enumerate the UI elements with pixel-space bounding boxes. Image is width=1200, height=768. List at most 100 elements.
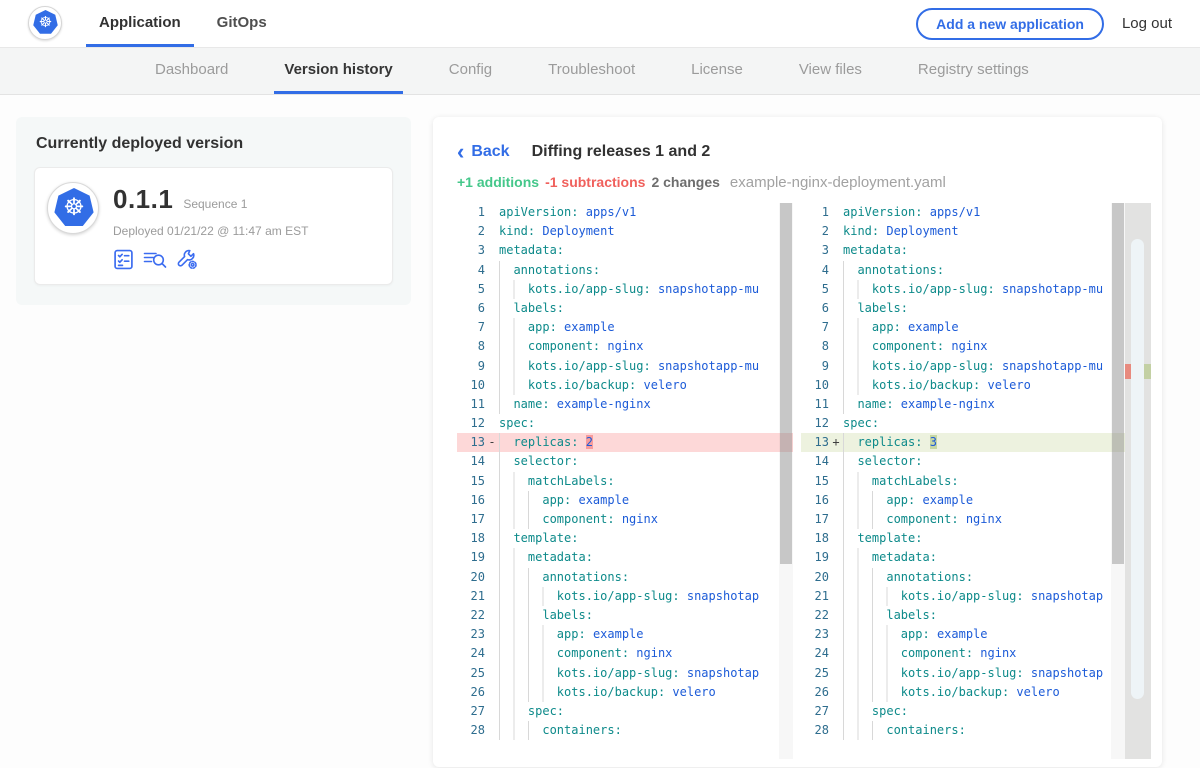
code-line: 8 component: nginx — [457, 337, 793, 356]
code-line: 5 kots.io/app-slug: snapshotapp-mu — [801, 280, 1151, 299]
code-line: 22 labels: — [457, 606, 793, 625]
code-line: 28 containers: — [457, 721, 793, 740]
code-line: 12spec: — [457, 414, 793, 433]
add-application-button[interactable]: Add a new application — [916, 8, 1104, 40]
code-line: 20 annotations: — [801, 568, 1151, 587]
logout-button[interactable]: Log out — [1122, 15, 1172, 32]
code-line: 10 kots.io/backup: velero — [801, 376, 1151, 395]
code-line: 27 spec: — [801, 702, 1151, 721]
code-line: 15 matchLabels: — [801, 472, 1151, 491]
code-line: 2kind: Deployment — [457, 222, 793, 241]
sequence-label: Sequence 1 — [183, 197, 247, 211]
scrollbar-thumb[interactable] — [780, 203, 792, 564]
code-line: 16 app: example — [457, 491, 793, 510]
code-line: 2kind: Deployment — [801, 222, 1151, 241]
scrollbar-original[interactable] — [779, 203, 793, 759]
code-line: 23 app: example — [801, 625, 1151, 644]
code-line: 16 app: example — [801, 491, 1151, 510]
code-line: 26 kots.io/backup: velero — [457, 683, 793, 702]
topbar-spacer — [280, 0, 916, 47]
code-line: 10 kots.io/backup: velero — [457, 376, 793, 395]
code-line: 22 labels: — [801, 606, 1151, 625]
diff-pane-original[interactable]: 1apiVersion: apps/v12kind: Deployment3me… — [457, 203, 793, 759]
code-line: 4 annotations: — [801, 261, 1151, 280]
code-line: 6 labels: — [457, 299, 793, 318]
subnav-tab-license[interactable]: License — [681, 48, 753, 94]
code-line: 6 labels: — [801, 299, 1151, 318]
code-line: 25 kots.io/app-slug: snapshotap — [801, 664, 1151, 683]
changes-count: 2 changes — [651, 174, 719, 190]
diff-pane-modified[interactable]: 1apiVersion: apps/v12kind: Deployment3me… — [801, 203, 1151, 759]
deployed-timestamp: Deployed 01/21/22 @ 11:47 am EST — [113, 224, 308, 238]
configure-icon[interactable] — [176, 248, 198, 270]
code-line: 11 name: example-nginx — [457, 395, 793, 414]
code-line: 1apiVersion: apps/v1 — [801, 203, 1151, 222]
code-line: 18 template: — [801, 529, 1151, 548]
chevron-left-icon: ‹ — [457, 145, 464, 159]
diff-stats: +1 additions -1 subtractions 2 changes e… — [457, 174, 1162, 191]
app-logo-icon: ☸ — [47, 182, 99, 234]
deployed-card-title: Currently deployed version — [36, 135, 391, 153]
code-line: 23 app: example — [457, 625, 793, 644]
scrollbar-thumb[interactable] — [1112, 203, 1124, 564]
additions-count: +1 additions — [457, 174, 539, 190]
page-content: Currently deployed version ☸ 0.1.1 Seque… — [0, 95, 1200, 767]
diff-panel: ‹ Back Diffing releases 1 and 2 +1 addit… — [433, 117, 1162, 767]
code-line: 13+ replicas: 3 — [801, 433, 1151, 452]
code-line: 14 selector: — [457, 452, 793, 471]
code-line: 18 template: — [457, 529, 793, 548]
code-line: 5 kots.io/app-slug: snapshotapp-mu — [457, 280, 793, 299]
code-line: 21 kots.io/app-slug: snapshotap — [457, 587, 793, 606]
code-line: 20 annotations: — [457, 568, 793, 587]
version-number: 0.1.1 — [113, 184, 173, 215]
subnav-tab-config[interactable]: Config — [439, 48, 502, 94]
code-line: 26 kots.io/backup: velero — [801, 683, 1151, 702]
code-line: 17 component: nginx — [801, 510, 1151, 529]
view-logs-icon[interactable] — [143, 249, 167, 270]
code-line: 7 app: example — [457, 318, 793, 337]
back-label: Back — [471, 143, 509, 161]
code-line: 27 spec: — [457, 702, 793, 721]
code-line: 12spec: — [801, 414, 1151, 433]
code-line: 19 metadata: — [801, 548, 1151, 567]
subnav-tab-registry-settings[interactable]: Registry settings — [908, 48, 1039, 94]
kubernetes-logo-icon: ☸ — [28, 6, 62, 40]
subnav-tab-version-history[interactable]: Version history — [274, 48, 402, 94]
deployed-version-box: ☸ 0.1.1 Sequence 1 Deployed 01/21/22 @ 1… — [34, 167, 393, 285]
code-line: 28 containers: — [801, 721, 1151, 740]
diff-title: Diffing releases 1 and 2 — [532, 143, 711, 161]
code-line: 9 kots.io/app-slug: snapshotapp-mu — [457, 357, 793, 376]
code-line: 9 kots.io/app-slug: snapshotapp-mu — [801, 357, 1151, 376]
code-line: 25 kots.io/app-slug: snapshotap — [457, 664, 793, 683]
code-line: 7 app: example — [801, 318, 1151, 337]
code-line: 11 name: example-nginx — [801, 395, 1151, 414]
subnav-tab-view-files[interactable]: View files — [789, 48, 872, 94]
code-line: 24 component: nginx — [801, 644, 1151, 663]
subnav-tab-dashboard[interactable]: Dashboard — [145, 48, 238, 94]
code-line: 19 metadata: — [457, 548, 793, 567]
tab-gitops[interactable]: GitOps — [204, 0, 280, 47]
code-line: 3metadata: — [801, 241, 1151, 260]
code-line: 21 kots.io/app-slug: snapshotap — [801, 587, 1151, 606]
code-line: 24 component: nginx — [457, 644, 793, 663]
code-line: 3metadata: — [457, 241, 793, 260]
top-navigation-bar: ☸ Application GitOps Add a new applicati… — [0, 0, 1200, 48]
code-line: 14 selector: — [801, 452, 1151, 471]
code-line: 1apiVersion: apps/v1 — [457, 203, 793, 222]
back-button[interactable]: ‹ Back — [457, 143, 510, 161]
subnav-tab-troubleshoot[interactable]: Troubleshoot — [538, 48, 645, 94]
code-line: 17 component: nginx — [457, 510, 793, 529]
code-line: 4 annotations: — [457, 261, 793, 280]
checklist-icon[interactable] — [113, 249, 134, 270]
subtractions-count: -1 subtractions — [545, 174, 645, 190]
scrollbar-modified[interactable] — [1111, 203, 1125, 759]
code-line: 15 matchLabels: — [457, 472, 793, 491]
currently-deployed-card: Currently deployed version ☸ 0.1.1 Seque… — [16, 117, 411, 305]
code-line: 13- replicas: 2 — [457, 433, 793, 452]
tab-application[interactable]: Application — [86, 0, 194, 47]
panel-scrollbar[interactable] — [1131, 239, 1144, 699]
code-line: 8 component: nginx — [801, 337, 1151, 356]
code-rows-original: 1apiVersion: apps/v12kind: Deployment3me… — [457, 203, 793, 740]
diff-editor: 1apiVersion: apps/v12kind: Deployment3me… — [457, 203, 1162, 759]
subnav: Dashboard Version history Config Troublesho… — [0, 48, 1200, 95]
